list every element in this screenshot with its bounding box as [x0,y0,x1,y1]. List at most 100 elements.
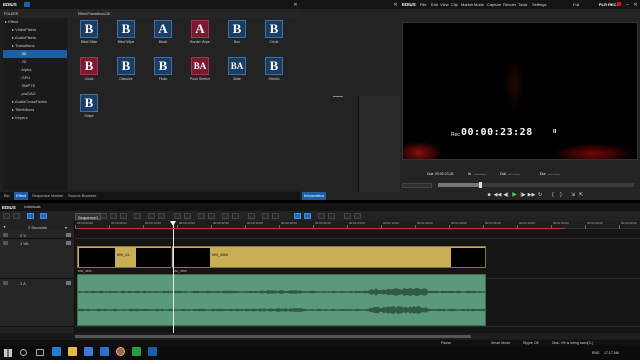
track-lock-icon[interactable] [3,241,8,245]
tree-item[interactable]: ▸ VideoFilters [3,26,67,34]
track-header[interactable]: 1 VA [0,239,74,279]
step-back-icon[interactable]: ◀| [503,191,509,198]
playhead-marker[interactable] [170,221,176,226]
jog-bar[interactable] [402,183,432,188]
rewind-icon[interactable]: ◀◀ [494,191,502,198]
store-icon[interactable] [84,347,93,356]
video-clip[interactable]: MVI_43... MVI_4565 [77,246,486,268]
position-slider[interactable] [438,182,634,188]
trim-mode-icon[interactable] [304,213,311,219]
tree-item[interactable]: ▸ Effect [3,18,67,26]
stop-icon[interactable]: ■ [486,191,492,198]
play-icon[interactable]: ▶ [511,191,518,198]
undo-icon[interactable] [148,213,155,219]
export-icon[interactable] [208,213,215,219]
ripple-icon[interactable] [272,213,279,219]
tab-effect[interactable]: Effect [14,192,29,200]
task-view-icon[interactable] [36,349,44,356]
tree-item[interactable]: · GPU [3,74,67,82]
mode-toggle-icon[interactable] [27,213,34,219]
split-icon[interactable] [184,213,191,219]
paste-icon[interactable] [120,213,127,219]
menu-clip[interactable]: Clip [451,2,458,7]
zoom-out-icon[interactable] [328,213,335,219]
tree-item[interactable]: · 2D [3,58,67,66]
copy-icon[interactable] [110,213,117,219]
overwrite-icon[interactable]: ⇱ [578,191,584,198]
effect-item[interactable]: B Stripe [72,94,106,128]
track-header[interactable]: 1 A [0,279,74,327]
sequence-settings-icon[interactable] [354,213,361,219]
zoom-in-icon[interactable] [318,213,325,219]
title-icon[interactable] [222,213,229,219]
tab-source-browser[interactable]: Source Browser [66,192,98,200]
menu-capture[interactable]: Capture [487,2,501,7]
tree-item[interactable]: · proDAD [3,90,67,98]
minimize-icon[interactable]: – [624,1,631,8]
horizontal-scrollbar[interactable] [75,334,640,339]
menu-mode[interactable]: Mode [474,2,484,7]
scroll-thumb[interactable] [75,335,471,338]
menu-view[interactable]: View [440,2,449,7]
step-forward-icon[interactable]: |▶ [520,191,526,198]
tree-item[interactable]: ▸ AudioCrossFades [3,98,67,106]
menu-tools[interactable]: Tools [518,2,527,7]
scale-label[interactable]: 2 Seconds [28,225,47,230]
render-icon[interactable] [198,213,205,219]
menu-file[interactable]: File [420,2,426,7]
close-icon[interactable]: ✕ [292,1,299,8]
settings-icon[interactable] [344,213,351,219]
playhead-line[interactable] [173,221,174,333]
scale-dropdown-icon[interactable]: ▾ [63,224,69,230]
sequence-icon[interactable] [3,213,10,219]
mode-dropdown[interactable]: Full [573,2,579,7]
new-sequence-icon[interactable] [13,213,20,219]
loop-icon[interactable]: ↻ [537,191,543,198]
tab-sequence1[interactable]: Sequence1 [75,213,102,220]
voice-over-icon[interactable] [248,213,255,219]
track-visibility-icon[interactable] [66,241,71,245]
effect-item[interactable]: B Blind Wipe [109,20,143,54]
fast-forward-icon[interactable]: ▶▶ [528,191,536,198]
menu-edit[interactable]: Edit [431,2,438,7]
redo-icon[interactable] [158,213,165,219]
track-lock-icon[interactable] [3,281,8,285]
insert-icon[interactable]: ⇲ [570,191,576,198]
tab-bin[interactable]: Bin [2,192,12,200]
effect-item[interactable]: B Circle [257,20,291,54]
set-out-icon[interactable]: } [558,191,564,198]
track-visibility-icon[interactable] [66,233,71,237]
snap-icon[interactable] [262,213,269,219]
effect-item[interactable]: A Block [146,20,180,54]
effect-item[interactable]: B Box [220,20,254,54]
tab-sequence-marker[interactable]: Sequence Marker [30,192,66,200]
effect-item[interactable]: B Stretch [257,57,291,91]
effect-item[interactable]: B Dissolve [109,57,143,91]
collapse-icon[interactable]: ▾ [2,224,7,229]
effect-item[interactable]: B Flush [146,57,180,91]
tree-item[interactable]: ▸ Keyers [3,114,67,122]
effect-item[interactable]: B Clock [72,57,106,91]
edius-taskbar-icon[interactable] [148,347,157,356]
mail-icon[interactable] [100,347,109,356]
marker-icon[interactable] [174,213,181,219]
menu-render[interactable]: Render [503,2,516,7]
file-explorer-icon[interactable] [68,347,77,356]
tab-information[interactable]: Information [302,192,327,200]
edge-browser-icon[interactable] [52,347,61,356]
tree-item[interactable]: ▸ TitleMixers [3,106,67,114]
tree-item[interactable]: ▸ Transitions [3,42,67,50]
effect-item[interactable]: B Blind Slide [72,20,106,54]
tree-item[interactable]: ▸ AudioFilters [3,34,67,42]
player-close-icon[interactable]: ✕ [632,1,639,8]
audio-clip[interactable] [77,274,486,326]
language-indicator[interactable]: ENG [592,351,600,355]
green-app-icon[interactable] [132,347,141,356]
set-in-icon[interactable]: { [550,191,556,198]
mixer-icon[interactable] [232,213,239,219]
windows-start-icon[interactable] [4,349,12,357]
timeline-mode-icon[interactable] [294,213,301,219]
delete-icon[interactable] [134,213,141,219]
track-header[interactable]: 2 V [0,231,74,239]
system-clock[interactable]: 17:17 AM [604,351,619,355]
